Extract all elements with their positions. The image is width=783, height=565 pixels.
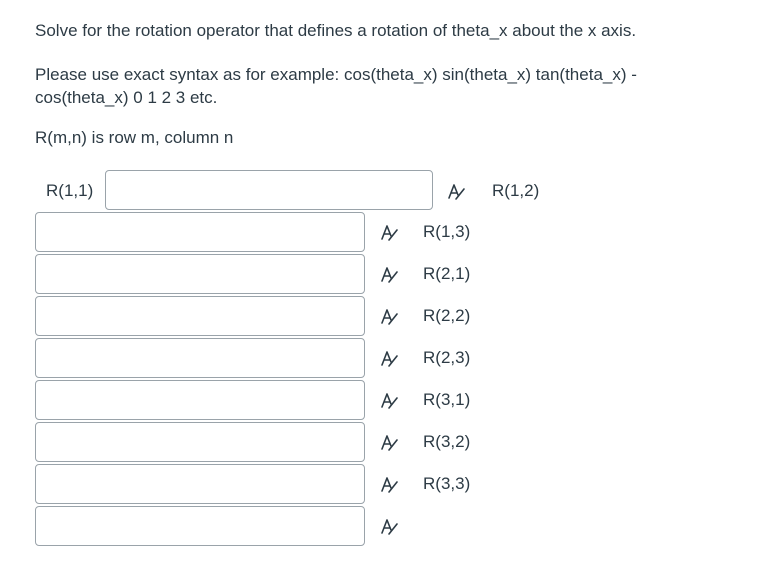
input-r11-box	[105, 170, 433, 210]
equation-editor-icon[interactable]	[379, 517, 399, 537]
input-r11[interactable]	[106, 171, 432, 209]
input-r12[interactable]	[36, 213, 364, 251]
input-r13-box	[35, 254, 365, 294]
equation-editor-icon[interactable]	[379, 391, 399, 411]
input-r21[interactable]	[36, 297, 364, 335]
input-r33-box	[35, 506, 365, 546]
equation-editor-icon[interactable]	[379, 349, 399, 369]
input-r22[interactable]	[36, 339, 364, 377]
equation-editor-icon[interactable]	[379, 265, 399, 285]
equation-editor-icon[interactable]	[379, 223, 399, 243]
input-r31[interactable]	[36, 423, 364, 461]
input-r23[interactable]	[36, 381, 364, 419]
label-r33: R(3,3)	[423, 474, 471, 493]
label-r11: R(1,1)	[46, 181, 94, 200]
label-r22: R(2,2)	[423, 306, 471, 325]
syntax-instructions-continued: cos(theta_x) 0 1 2 3 etc.	[35, 88, 218, 107]
syntax-instructions: Please use exact syntax as for example: …	[35, 65, 637, 84]
input-r13[interactable]	[36, 255, 364, 293]
equation-editor-icon[interactable]	[379, 475, 399, 495]
equation-editor-icon[interactable]	[446, 182, 466, 202]
equation-editor-icon[interactable]	[379, 433, 399, 453]
label-r32: R(3,2)	[423, 432, 471, 451]
matrix-index-note: R(m,n) is row m, column n	[35, 128, 234, 147]
input-r22-box	[35, 338, 365, 378]
input-r32[interactable]	[36, 465, 364, 503]
question-text: Solve for the rotation operator that def…	[35, 21, 637, 40]
input-r21-box	[35, 296, 365, 336]
input-r23-box	[35, 380, 365, 420]
label-r13: R(1,3)	[423, 222, 471, 241]
input-r32-box	[35, 464, 365, 504]
input-r12-box	[35, 212, 365, 252]
input-r33[interactable]	[36, 507, 364, 545]
equation-editor-icon[interactable]	[379, 307, 399, 327]
label-r23: R(2,3)	[423, 348, 471, 367]
label-r12: R(1,2)	[492, 181, 540, 200]
label-r31: R(3,1)	[423, 390, 471, 409]
input-r31-box	[35, 422, 365, 462]
label-r21: R(2,1)	[423, 264, 471, 283]
